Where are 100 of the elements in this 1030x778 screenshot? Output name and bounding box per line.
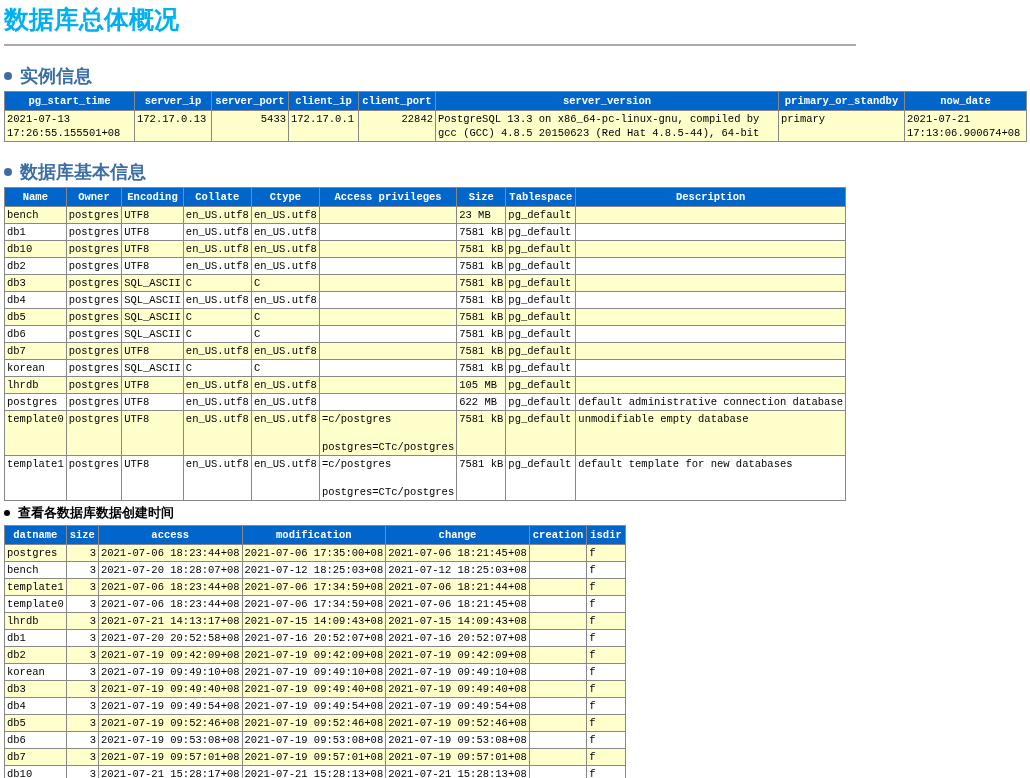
table-cell: db3: [7, 682, 26, 695]
table-cell: 2021-07-19 09:49:40+08: [388, 682, 527, 695]
table-cell: 2021-07-06 17:34:59+08: [244, 580, 384, 593]
table-cell: pg_default: [508, 396, 572, 408]
table-cell: 7581 kB: [459, 277, 504, 289]
table-cell: db6: [7, 733, 26, 746]
table-cell: en_US.utf8: [185, 345, 249, 357]
table-cell: UTF8: [124, 396, 150, 408]
table-cell: pg_default: [508, 277, 572, 289]
table-cell: f: [589, 614, 596, 627]
table-cell: 2021-07-19 09:53:08+08: [244, 733, 384, 746]
table-cell: 3: [89, 631, 96, 644]
table-cell: en_US.utf8: [253, 345, 317, 357]
table-cell: en_US.utf8: [185, 458, 249, 470]
table-cell: 3: [89, 546, 96, 559]
table-cell: 2021-07-21 17:13:06.900674+08: [907, 113, 1021, 139]
table-cell: 3: [89, 614, 96, 627]
table-cell: postgres: [7, 396, 58, 408]
table-cell: 7581 kB: [459, 458, 504, 470]
table-cell: SQL_ASCII: [124, 311, 181, 323]
table-cell: f: [589, 563, 596, 576]
table-cell: 3: [89, 750, 96, 763]
table-cell: 7581 kB: [459, 362, 504, 374]
column-header: size: [66, 525, 99, 544]
table-cell: =c/postgres postgres=CTc/postgres: [321, 413, 455, 453]
table-cell: 7581 kB: [459, 413, 504, 425]
table-cell: template0: [7, 597, 64, 610]
table-cell: bench: [7, 563, 39, 576]
table-cell: 7581 kB: [459, 243, 504, 255]
table-cell: UTF8: [124, 458, 150, 470]
table-cell: db2: [7, 260, 26, 272]
table-cell: 2021-07-19 09:49:40+08: [244, 682, 384, 695]
table-cell: 2021-07-19 09:52:46+08: [388, 716, 527, 729]
table-cell: default template for new databases: [578, 458, 793, 470]
table-cell: 3: [89, 665, 96, 678]
table-cell: lhrdb: [7, 614, 39, 627]
table-cell: en_US.utf8: [253, 379, 317, 391]
column-header: datname: [4, 525, 67, 544]
table-cell: en_US.utf8: [185, 294, 249, 306]
table-cell: f: [589, 597, 596, 610]
table-cell: 3: [89, 597, 96, 610]
table-cell: UTF8: [124, 379, 150, 391]
table-cell: 2021-07-06 17:34:59+08: [244, 597, 384, 610]
table-cell: f: [589, 631, 596, 644]
table-cell: pg_default: [508, 209, 572, 221]
table-cell: postgres: [68, 328, 120, 340]
column-header: modification: [242, 525, 386, 544]
table-cell: C: [253, 311, 261, 323]
table-cell: 622 MB: [459, 396, 498, 408]
table-cell: 3: [89, 563, 96, 576]
table-cell: UTF8: [124, 209, 150, 221]
column-header: server_version: [435, 91, 779, 111]
table-cell: primary: [781, 113, 826, 125]
table-cell: template1: [7, 580, 64, 593]
table-cell: 2021-07-19 09:57:01+08: [244, 750, 384, 763]
table-cell: 2021-07-13 17:26:55.155501+08: [7, 113, 121, 139]
table-cell: 2021-07-21 15:28:13+08: [244, 767, 384, 778]
table-cell: 2021-07-19 09:53:08+08: [100, 733, 240, 746]
table-cell: postgres: [68, 209, 120, 221]
table-cell: db4: [7, 294, 26, 306]
table-cell: 2021-07-19 09:49:54+08: [100, 699, 240, 712]
table-cell: 2021-07-19 09:49:10+08: [244, 665, 384, 678]
table-cell: SQL_ASCII: [124, 294, 181, 306]
table-cell: 3: [89, 699, 96, 712]
table-cell: 2021-07-20 18:28:07+08: [100, 563, 240, 576]
table-cell: 3: [89, 716, 96, 729]
table-cell: db2: [7, 648, 26, 661]
table-cell: f: [589, 546, 596, 559]
table-cell: =c/postgres postgres=CTc/postgres: [321, 458, 455, 498]
table-cell: 2021-07-06 18:23:44+08: [100, 597, 240, 610]
table-cell: db4: [7, 699, 26, 712]
table-cell: 2021-07-06 18:21:45+08: [388, 597, 527, 610]
table-cell: SQL_ASCII: [124, 277, 181, 289]
table-cell: postgres: [68, 294, 120, 306]
column-header: Tablespace: [505, 187, 576, 207]
table-cell: 23 MB: [459, 209, 491, 221]
table-cell: f: [589, 750, 596, 763]
table-cell: 172.17.0.1: [291, 113, 354, 125]
table-cell: 2021-07-16 20:52:07+08: [244, 631, 384, 644]
column-header: primary_or_standby: [778, 91, 905, 111]
table-cell: 105 MB: [459, 379, 498, 391]
table-cell: en_US.utf8: [185, 413, 249, 425]
table-cell: en_US.utf8: [185, 226, 249, 238]
table-cell: en_US.utf8: [253, 413, 317, 425]
table-cell: C: [185, 311, 193, 323]
table-cell: 3: [89, 682, 96, 695]
table-cell: 22842: [401, 113, 433, 125]
table-cell: C: [253, 328, 261, 340]
table-cell: 2021-07-19 09:49:40+08: [100, 682, 240, 695]
table-cell: f: [589, 682, 596, 695]
table-cell: en_US.utf8: [253, 260, 317, 272]
table-cell: pg_default: [508, 328, 572, 340]
section-heading: 查看各数据库数据创建时间: [18, 504, 174, 522]
table-cell: 2021-07-19 09:42:09+08: [100, 648, 240, 661]
table-cell: 2021-07-19 09:42:09+08: [244, 648, 384, 661]
column-header: Owner: [66, 187, 122, 207]
table-cell: db5: [7, 311, 26, 323]
table-cell: en_US.utf8: [253, 226, 317, 238]
table-cell: f: [589, 733, 596, 746]
table-cell: en_US.utf8: [253, 294, 317, 306]
